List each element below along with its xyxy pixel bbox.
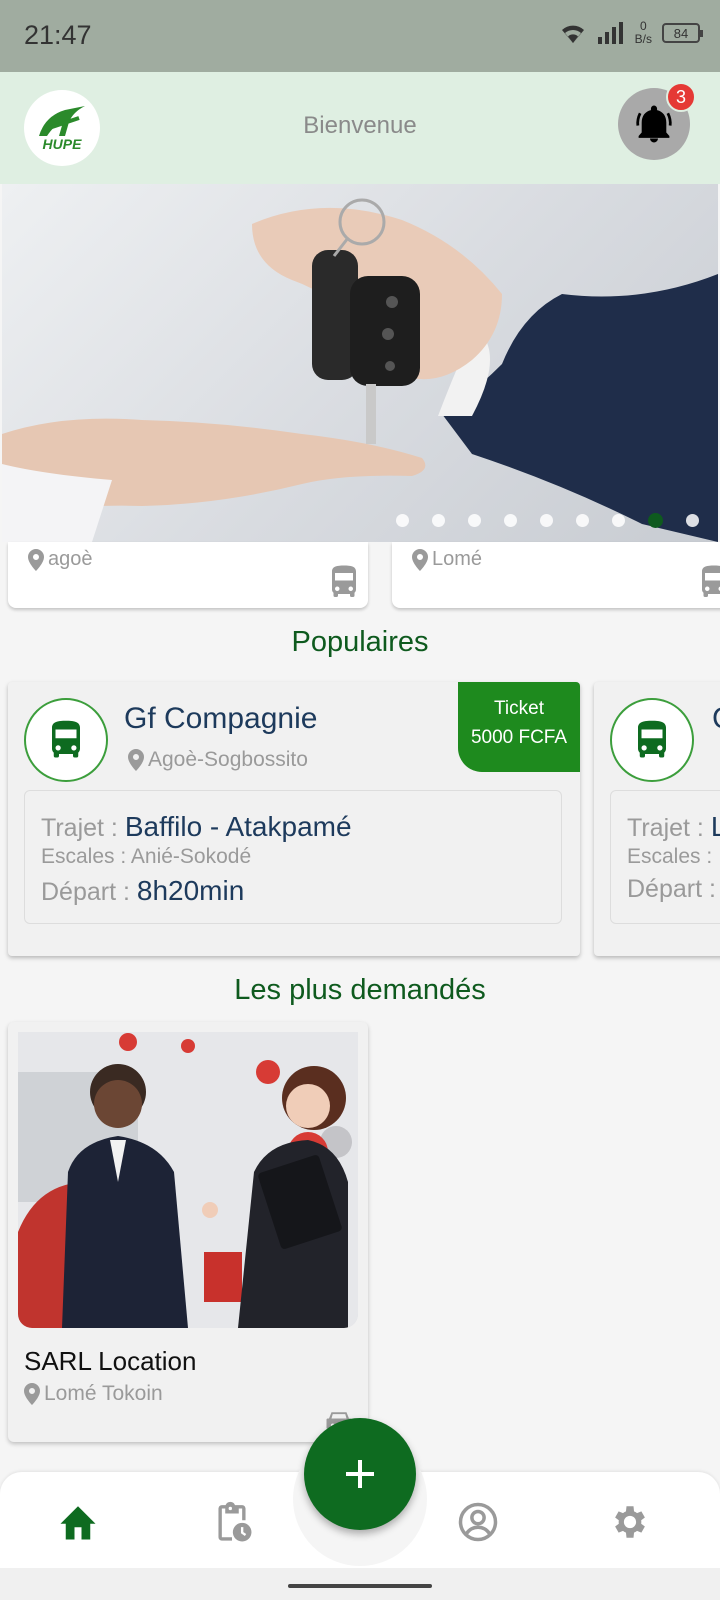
place-card[interactable]: Lomé bbox=[392, 542, 720, 608]
rental-location-text: Lomé Tokoin bbox=[44, 1382, 163, 1405]
nav-settings[interactable] bbox=[606, 1498, 654, 1546]
trajet-row: Trajet : L bbox=[627, 811, 720, 843]
carousel-dot[interactable] bbox=[540, 514, 553, 527]
trajet-row: Trajet : Baffilo - Atakpamé bbox=[41, 811, 352, 843]
place-card[interactable]: agoè bbox=[8, 542, 368, 608]
carousel-dot[interactable] bbox=[612, 514, 625, 527]
trajet-label: Trajet : bbox=[41, 814, 125, 842]
ticket-price-badge: Ticket 5000 FCFA bbox=[458, 682, 580, 772]
carousel-dot[interactable] bbox=[468, 514, 481, 527]
company-address: Agoè-Sogbossito bbox=[128, 748, 308, 772]
wifi-icon bbox=[561, 25, 584, 43]
carousel-dot[interactable] bbox=[686, 514, 699, 527]
rental-card[interactable]: SARL Location Lomé Tokoin bbox=[8, 1022, 368, 1442]
company-name: C bbox=[712, 702, 720, 736]
popular-card[interactable]: C Trajet : L Escales : Départ : bbox=[594, 682, 720, 956]
ticket-price: 5000 FCFA bbox=[470, 727, 568, 748]
popular-card[interactable]: Gf Compagnie Agoè-Sogbossito Ticket 5000… bbox=[8, 682, 580, 956]
app-header: HUPE Bienvenue 3 bbox=[0, 72, 720, 184]
bus-icon bbox=[332, 565, 356, 597]
depart-row: Départ : 8h20min bbox=[41, 875, 244, 907]
rental-photo bbox=[18, 1032, 358, 1328]
depart-value: 8h20min bbox=[136, 875, 245, 906]
location-pin-icon bbox=[128, 749, 144, 771]
depart-row: Départ : bbox=[627, 875, 716, 904]
depart-label: Départ : bbox=[627, 875, 716, 903]
carousel-dot[interactable] bbox=[576, 514, 589, 527]
rental-location: Lomé Tokoin bbox=[24, 1382, 163, 1406]
rental-image bbox=[18, 1032, 358, 1328]
battery-icon: 84 bbox=[662, 23, 703, 43]
page-title: Bienvenue bbox=[303, 112, 417, 139]
home-indicator[interactable] bbox=[288, 1584, 432, 1588]
add-button[interactable] bbox=[304, 1418, 416, 1530]
clipboard-clock-icon bbox=[218, 1501, 252, 1542]
nav-profile[interactable] bbox=[454, 1498, 502, 1546]
bus-icon bbox=[638, 720, 666, 758]
location-pin-icon bbox=[28, 548, 44, 571]
escales-row: Escales : bbox=[627, 845, 712, 869]
home-icon bbox=[60, 1506, 96, 1540]
bell-icon bbox=[636, 105, 672, 143]
escales-value: Anié-Sokodé bbox=[130, 845, 252, 868]
status-bar: 21:47 0 B/s 84 bbox=[0, 0, 720, 72]
carousel-dot[interactable] bbox=[504, 514, 517, 527]
net-speed-unit: B/s bbox=[634, 32, 652, 46]
carousel-dot[interactable] bbox=[432, 514, 445, 527]
account-circle-icon bbox=[458, 1502, 498, 1542]
escales-label: Escales : bbox=[627, 845, 713, 868]
place-location-text: Lomé bbox=[432, 548, 483, 570]
place-location: Lomé bbox=[412, 548, 482, 571]
escales-row: Escales : Anié-Sokodé bbox=[41, 845, 251, 869]
carousel-dots bbox=[396, 513, 699, 528]
company-name: Gf Compagnie bbox=[124, 702, 318, 735]
carousel-dot[interactable] bbox=[648, 513, 663, 528]
bus-icon bbox=[52, 720, 80, 758]
signal-icon bbox=[597, 22, 623, 44]
ticket-label: Ticket bbox=[494, 698, 544, 719]
plus-icon bbox=[346, 1460, 374, 1488]
section-title-demandes: Les plus demandés bbox=[0, 974, 720, 1007]
battery-level: 84 bbox=[673, 25, 689, 41]
bus-icon bbox=[702, 565, 720, 597]
banner-carousel[interactable] bbox=[2, 184, 718, 542]
net-speed: 0 B/s bbox=[635, 20, 652, 46]
location-pin-icon bbox=[24, 1383, 40, 1405]
company-avatar bbox=[610, 698, 694, 782]
section-title-text: Les plus demandés bbox=[234, 974, 486, 1006]
section-title-populaires: Populaires bbox=[0, 626, 720, 659]
notification-badge: 3 bbox=[666, 82, 696, 112]
location-pin-icon bbox=[412, 548, 428, 571]
status-time: 21:47 bbox=[24, 20, 92, 50]
company-avatar bbox=[24, 698, 108, 782]
trajet-value: L bbox=[710, 811, 720, 842]
trajet-value: Baffilo - Atakpamé bbox=[124, 811, 352, 842]
banner-image bbox=[2, 198, 718, 542]
carousel-dot[interactable] bbox=[396, 514, 409, 527]
status-icons: 0 B/s 84 bbox=[559, 20, 703, 46]
depart-label: Départ : bbox=[41, 878, 137, 906]
section-title-text: Populaires bbox=[291, 626, 429, 658]
nav-home[interactable] bbox=[54, 1498, 102, 1546]
place-location-text: agoè bbox=[48, 548, 93, 570]
trip-details: Trajet : L Escales : Départ : bbox=[610, 790, 720, 924]
nav-history[interactable] bbox=[208, 1498, 256, 1546]
rental-name: SARL Location bbox=[24, 1346, 197, 1376]
escales-label: Escales : bbox=[41, 845, 131, 868]
trip-details: Trajet : Baffilo - Atakpamé Escales : An… bbox=[24, 790, 562, 924]
place-location: agoè bbox=[28, 548, 93, 571]
gear-icon bbox=[615, 1506, 645, 1538]
notifications-button[interactable]: 3 bbox=[618, 82, 696, 160]
trajet-label: Trajet : bbox=[627, 814, 711, 842]
company-address-text: Agoè-Sogbossito bbox=[148, 748, 308, 771]
